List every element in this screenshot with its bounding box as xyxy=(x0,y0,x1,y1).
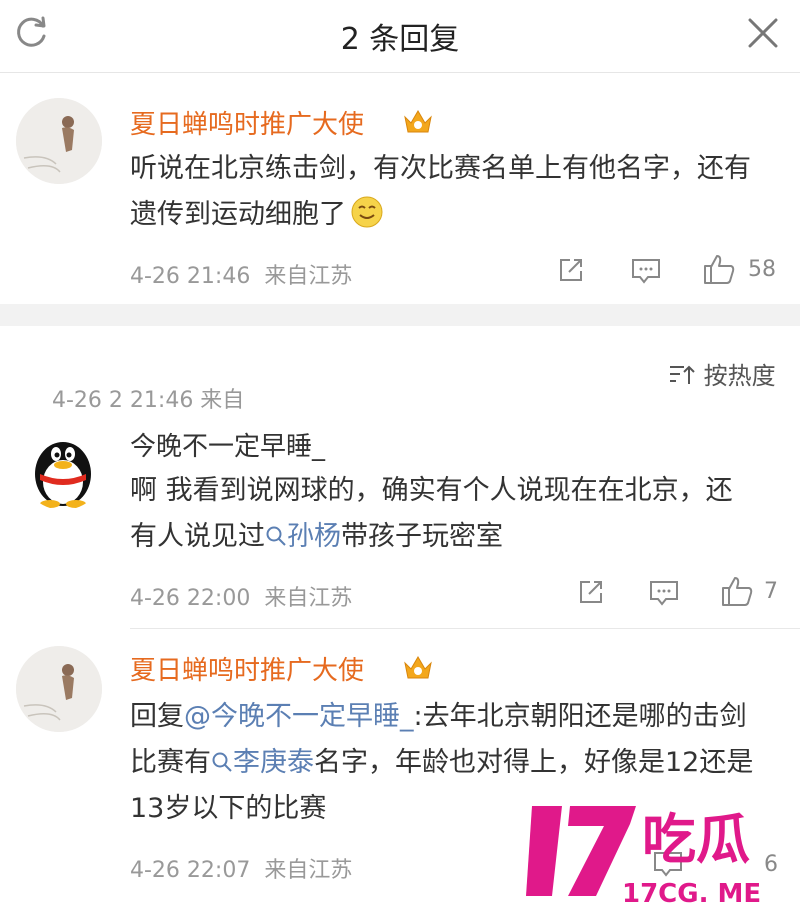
reply-source: 来自江苏 xyxy=(264,586,353,611)
reply-time: 4-26 22:07 xyxy=(130,858,251,883)
section-divider xyxy=(0,304,800,326)
comment-text: 听说在北京练击剑，有次比赛名单上有他名字，还有遗传到运动细胞了 xyxy=(130,146,770,238)
like-count: 58 xyxy=(748,257,776,282)
sort-icon xyxy=(670,365,695,384)
watermark-logo: 吃瓜 17CG. ME xyxy=(518,796,788,914)
share-icon[interactable] xyxy=(556,255,586,289)
crown-badge-icon xyxy=(402,106,434,140)
crown-badge-icon xyxy=(402,652,434,686)
header: 2 条回复 xyxy=(0,0,800,73)
share-icon[interactable] xyxy=(576,577,606,611)
comment-time: 4-26 21:46 xyxy=(130,264,251,289)
reply-divider xyxy=(130,628,800,629)
avatar[interactable] xyxy=(16,646,102,732)
like-icon[interactable] xyxy=(702,253,736,289)
close-icon[interactable] xyxy=(746,16,780,54)
avatar[interactable] xyxy=(20,424,106,510)
watermark-url: 17CG. ME xyxy=(622,879,761,909)
comment-meta: 4-26 21:46 来自江苏 xyxy=(130,258,352,290)
sort-label: 按热度 xyxy=(703,362,776,390)
reply-username[interactable]: 今晚不一定早睡_ xyxy=(130,426,325,463)
like-icon[interactable] xyxy=(720,575,754,611)
reply-username[interactable]: 夏日蝉鸣时推广大使 xyxy=(130,650,364,687)
reply-text: 啊 我看到说网球的，确实有个人说现在在北京，还有人说见过 孙杨带孩子玩密室 xyxy=(130,468,750,560)
partial-meta: 4-26 2 21:46 来自 xyxy=(52,388,245,413)
search-icon xyxy=(212,752,232,772)
topic-link-label: 孙杨 xyxy=(287,521,341,552)
reply-source: 来自江苏 xyxy=(264,858,353,883)
topic-link-label: 李庚泰 xyxy=(233,747,314,778)
smile-emoji-icon xyxy=(351,196,383,228)
reply-prefix: 回复 xyxy=(130,701,184,732)
avatar[interactable] xyxy=(16,98,102,184)
comment-body: 听说在北京练击剑，有次比赛名单上有他名字，还有遗传到运动细胞了 xyxy=(130,153,751,230)
page-title: 2 条回复 xyxy=(340,22,460,57)
sort-button[interactable]: 按热度 xyxy=(668,356,776,391)
topic-link[interactable]: 孙杨 xyxy=(265,521,341,552)
comment-icon[interactable] xyxy=(630,257,662,289)
reply-time: 4-26 22:00 xyxy=(130,586,251,611)
reply-meta: 4-26 22:00 来自江苏 xyxy=(130,580,352,612)
comment-source: 来自江苏 xyxy=(264,264,353,289)
watermark-text: 吃瓜 xyxy=(642,808,750,871)
comment-icon[interactable] xyxy=(648,579,680,611)
watermark-graphic: 吃瓜 17CG. ME xyxy=(526,806,761,909)
reply-body-end: 带孩子玩密室 xyxy=(341,521,503,552)
search-icon xyxy=(266,526,286,546)
comment-username[interactable]: 夏日蝉鸣时推广大使 xyxy=(130,104,364,141)
reply-meta: 4-26 22:07 来自江苏 xyxy=(130,852,352,884)
like-count: 7 xyxy=(764,579,778,604)
mention-link[interactable]: @今晚不一定早睡_ xyxy=(184,701,414,732)
topic-link[interactable]: 李庚泰 xyxy=(211,747,314,778)
